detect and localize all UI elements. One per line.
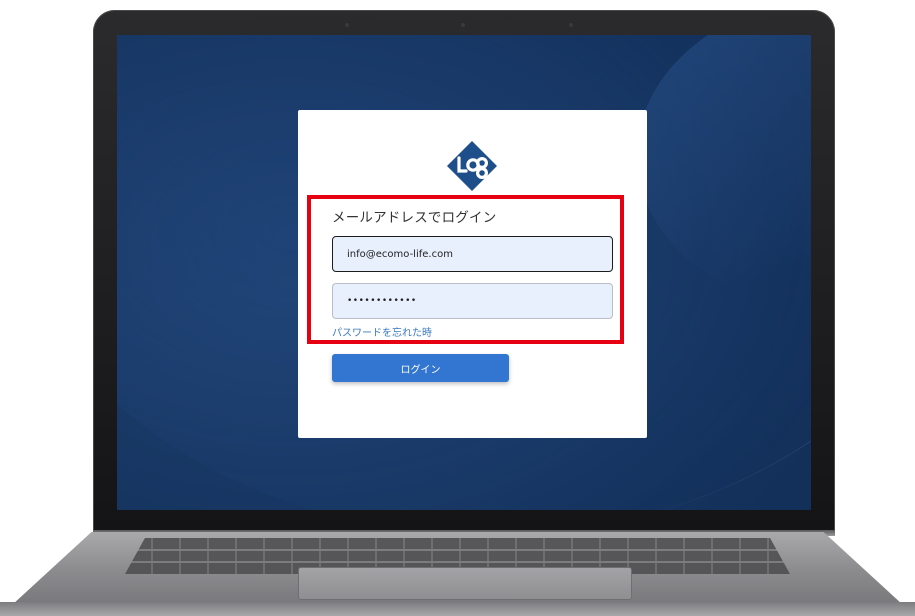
laptop-base-edge: [0, 602, 915, 616]
diamond-logo-icon: [447, 141, 497, 191]
email-field[interactable]: [332, 236, 613, 272]
forgot-password-link[interactable]: パスワードを忘れた時: [332, 324, 432, 339]
camera-dot-icon: [569, 23, 573, 27]
password-field[interactable]: [332, 283, 613, 319]
login-heading: メールアドレスでログイン: [332, 210, 497, 226]
touchpad: [298, 567, 632, 600]
login-button[interactable]: ログイン: [332, 354, 509, 382]
camera-dot-icon: [345, 23, 349, 27]
camera-dot-icon: [461, 23, 465, 27]
